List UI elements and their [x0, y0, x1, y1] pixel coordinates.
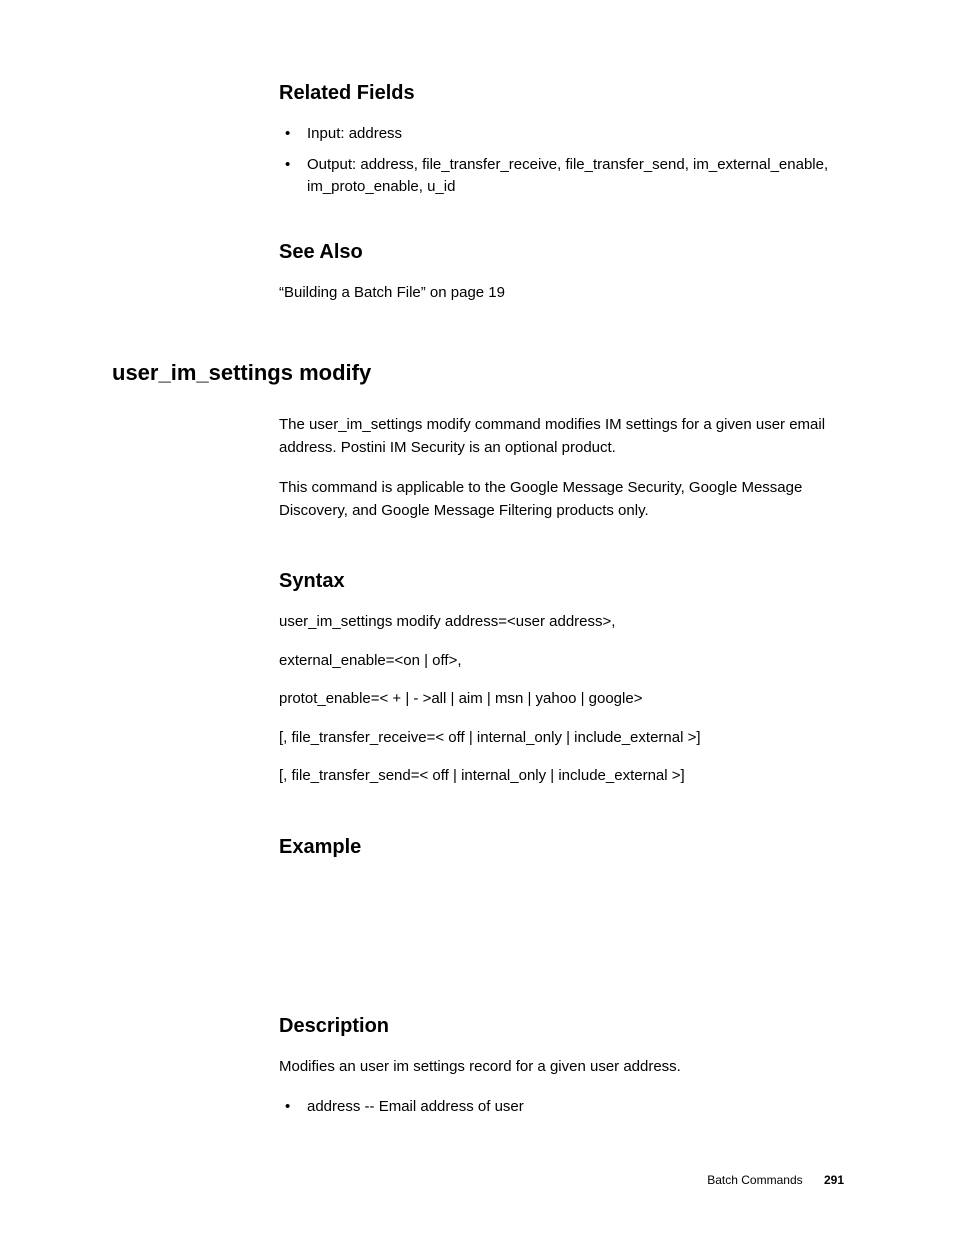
intro-paragraph: This command is applicable to the Google…	[279, 477, 844, 522]
example-section: Example	[279, 836, 844, 967]
footer-page-number: 291	[824, 1173, 844, 1187]
description-section: Description Modifies an user im settings…	[279, 1015, 844, 1119]
example-content-placeholder	[279, 877, 844, 967]
description-list: address -- Email address of user	[279, 1096, 844, 1119]
syntax-line: [, file_transfer_send=< off | internal_o…	[279, 765, 844, 788]
list-item: Input: address	[279, 123, 844, 146]
command-title: user_im_settings modify	[112, 360, 844, 386]
related-fields-section: Related Fields Input: address Output: ad…	[279, 82, 844, 199]
document-page: Related Fields Input: address Output: ad…	[0, 0, 954, 1119]
page-footer: Batch Commands 291	[707, 1173, 844, 1187]
command-intro-section: The user_im_settings modify command modi…	[279, 414, 844, 522]
syntax-line: [, file_transfer_receive=< off | interna…	[279, 727, 844, 750]
syntax-line: protot_enable=< + | - >all | aim | msn |…	[279, 688, 844, 711]
list-item: Output: address, file_transfer_receive, …	[279, 154, 844, 199]
related-fields-list: Input: address Output: address, file_tra…	[279, 123, 844, 199]
command-content-column: The user_im_settings modify command modi…	[279, 414, 844, 1119]
syntax-heading: Syntax	[279, 570, 844, 593]
intro-paragraph: The user_im_settings modify command modi…	[279, 414, 844, 459]
description-text: Modifies an user im settings record for …	[279, 1056, 844, 1079]
see-also-heading: See Also	[279, 241, 844, 264]
description-heading: Description	[279, 1015, 844, 1038]
syntax-section: Syntax user_im_settings modify address=<…	[279, 570, 844, 788]
syntax-line: user_im_settings modify address=<user ad…	[279, 611, 844, 634]
syntax-line: external_enable=<on | off>,	[279, 650, 844, 673]
footer-section-label: Batch Commands	[707, 1173, 802, 1187]
related-fields-heading: Related Fields	[279, 82, 844, 105]
content-column: Related Fields Input: address Output: ad…	[279, 82, 844, 304]
example-heading: Example	[279, 836, 844, 859]
list-item: address -- Email address of user	[279, 1096, 844, 1119]
see-also-reference: “Building a Batch File” on page 19	[279, 282, 844, 305]
see-also-section: See Also “Building a Batch File” on page…	[279, 241, 844, 305]
